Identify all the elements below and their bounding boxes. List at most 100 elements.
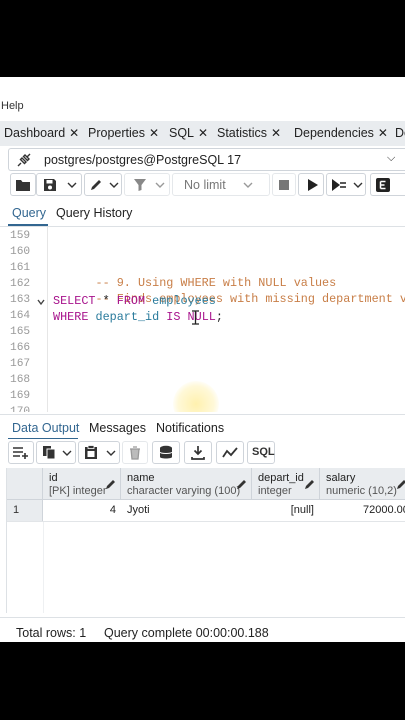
chart-line-icon [222,447,238,458]
line-number: 161 [10,262,31,274]
save-button[interactable] [36,173,82,196]
save-icon [44,179,56,191]
line-number: 168 [10,374,31,386]
execute-button[interactable] [298,173,324,196]
paste-button[interactable] [78,441,120,464]
stop-icon [279,180,289,190]
query-tabs: Query Query History [0,203,405,227]
close-icon[interactable]: ✕ [378,126,388,140]
trash-icon [130,446,140,460]
tab-label: Properties [88,126,145,140]
sql-keyword: SELECT [53,294,96,308]
column-type: numeric (10,2) [326,485,397,497]
open-file-button[interactable] [10,173,36,196]
column-name: id [49,472,58,484]
sql-semicolon: ; [215,310,223,324]
tab-query-history[interactable]: Query History [56,206,132,220]
chevron-down-icon [243,182,253,188]
tab-sql[interactable]: SQL ✕ [169,121,208,146]
code-line-163: SELECT * FROM employees [53,294,216,308]
cell-id[interactable]: 4 [110,504,116,516]
cell-depart-id[interactable]: [null] [291,504,314,516]
pencil-icon [237,480,246,489]
sql-operator: * [95,294,117,308]
close-icon[interactable]: ✕ [198,126,208,140]
sql-editor[interactable]: 159 160 161 162 163 164 165 166 167 168 … [0,227,405,412]
close-icon[interactable]: ✕ [149,126,159,140]
table-row[interactable]: 1 4 Jyoti [null] 72000.00 [7,500,405,522]
output-toolbar: SQL [0,439,405,467]
pencil-icon [91,180,101,190]
fold-chevron-icon[interactable] [37,298,45,306]
cell-name[interactable]: Jyoti [127,504,150,516]
connection-bar: postgres/postgres@PostgreSQL 17 ⌵ [0,146,405,173]
tab-dashboard[interactable]: Dashboard ✕ [4,121,79,146]
chevron-down-icon [353,182,363,188]
tab-data-output[interactable]: Data Output [12,421,79,435]
tab-messages[interactable]: Messages [89,421,146,435]
tab-dependencies[interactable]: Dependencies ✕ [294,121,388,146]
line-number: 160 [10,246,31,258]
paste-icon [85,445,97,459]
line-number: 166 [10,342,31,354]
cell-salary[interactable]: 72000.00 [363,504,405,516]
query-status: Query complete 00:00:00.188 [104,626,269,640]
add-row-button[interactable] [8,441,34,464]
explain-analyze-icon [376,178,390,192]
line-number: 163 [10,294,31,306]
limit-value: No limit [184,178,226,192]
pgadmin-window: Help Dashboard ✕ Properties ✕ SQL ✕ Statist… [0,77,405,642]
tab-label: Statistics [217,126,268,140]
line-number: 170 [10,406,31,412]
explain-icon [332,179,346,191]
line-number: 165 [10,326,31,338]
chevron-down-icon [62,450,72,456]
column-header-id[interactable]: id [PK] integer [43,468,121,500]
filter-button[interactable] [124,173,170,196]
database-save-icon [159,445,173,459]
sql-table-name: employees [145,294,216,308]
pencil-icon [305,480,314,489]
pencil-icon [397,480,405,489]
save-data-button[interactable] [152,441,180,464]
chevron-down-icon [106,450,116,456]
sql-keyword: WHERE [53,310,89,324]
line-number: 169 [10,390,31,402]
sql-column-name: depart_id [88,310,167,324]
column-name: salary [326,472,356,484]
column-type: character varying (100) [127,485,241,497]
stop-button[interactable] [272,173,296,196]
column-name: name [127,472,155,484]
connection-select[interactable]: postgres/postgres@PostgreSQL 17 ⌵ [8,148,405,171]
column-header-salary[interactable]: salary numeric (10,2) [320,468,405,500]
row-number-header [7,468,43,500]
text-cursor-icon [192,310,199,325]
line-number: 162 [10,278,31,290]
row-number[interactable]: 1 [7,500,43,521]
main-tab-strip: Dashboard ✕ Properties ✕ SQL ✕ Statistics ✕ … [0,121,405,146]
tab-query[interactable]: Query [12,206,46,220]
total-rows: Total rows: 1 [16,626,87,640]
column-header-depart-id[interactable]: depart_id integer [252,468,320,500]
graph-visualiser-button[interactable] [216,441,244,464]
column-header-name[interactable]: name character varying (100) [121,468,252,500]
copy-button[interactable] [36,441,76,464]
close-icon[interactable]: ✕ [271,126,281,140]
tab-label: De [395,126,405,140]
grid-header: id [PK] integer name character varying (… [7,468,405,500]
edit-button[interactable] [84,173,122,196]
delete-button[interactable] [122,441,148,464]
download-button[interactable] [184,441,212,464]
column-type: [PK] integer [49,485,107,497]
tab-statistics[interactable]: Statistics ✕ [217,121,281,146]
menu-help[interactable]: Help [1,100,24,112]
close-icon[interactable]: ✕ [69,126,79,140]
sql-keyword: IS [166,310,181,324]
tab-properties[interactable]: Properties ✕ [88,121,159,146]
sql-button[interactable]: SQL [247,441,275,464]
tab-notifications[interactable]: Notifications [156,421,224,435]
plug-icon [17,153,31,167]
tab-dependents[interactable]: De [395,121,405,146]
explain-button[interactable] [326,173,366,196]
explain-analyze-button[interactable] [370,173,405,196]
